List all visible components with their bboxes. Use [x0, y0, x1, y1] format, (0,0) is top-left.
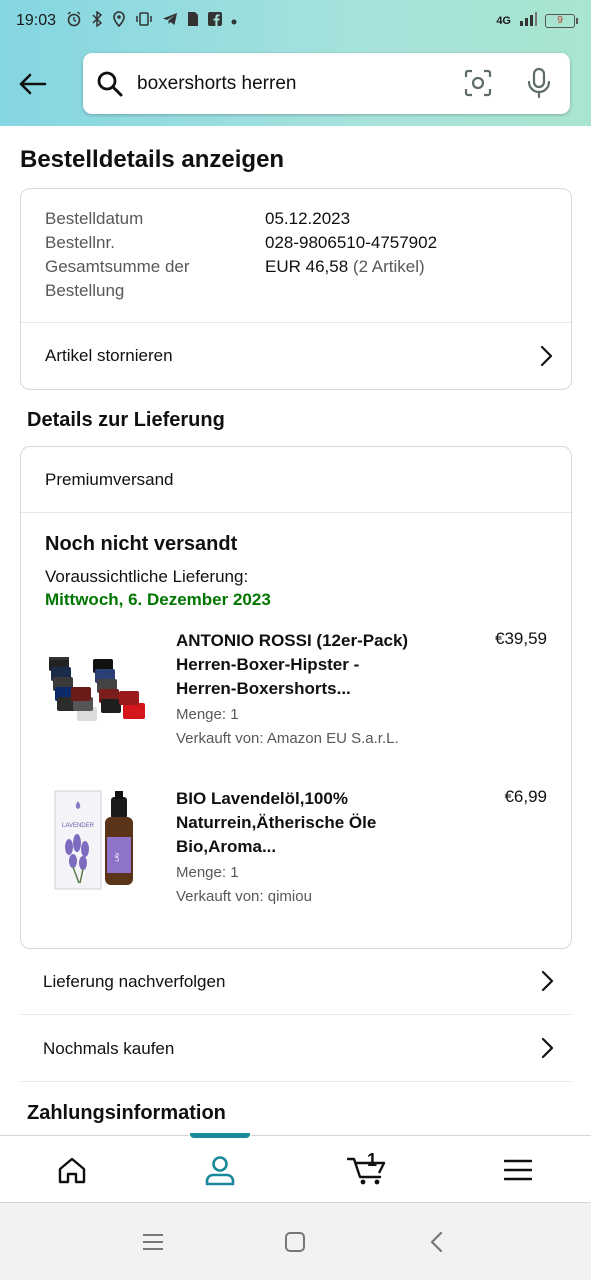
microphone-icon[interactable]	[526, 67, 552, 104]
product-seller: Verkauft von: Amazon EU S.a.r.L.	[176, 730, 399, 747]
expected-delivery-label: Voraussichtliche Lieferung:	[45, 567, 249, 586]
search-input[interactable]	[137, 72, 437, 95]
order-total-label: Gesamtsumme der Bestellung	[45, 255, 190, 303]
product-title-line1: ANTONIO ROSSI (12er-Pack)	[176, 631, 409, 650]
track-delivery-row[interactable]: Lieferung nachverfolgen	[20, 949, 572, 1015]
system-back-button[interactable]	[422, 1227, 452, 1257]
product-title-line2: Herren-Boxer-Hipster -	[176, 655, 360, 674]
buy-again-row[interactable]: Nochmals kaufen	[20, 1016, 572, 1082]
expected-delivery-date: Mittwoch, 6. Dezember 2023	[45, 590, 271, 609]
product-title-line2: Naturrein,Ätherische Öle	[176, 813, 377, 832]
order-total-label-line2: Bestellung	[45, 281, 125, 300]
product-seller: Verkauft von: qimiou	[176, 888, 312, 905]
user-icon	[205, 1155, 235, 1185]
product-title-line1: BIO Lavendelöl,100%	[176, 789, 348, 808]
payment-section-title: Zahlungsinformation	[27, 1102, 226, 1124]
shipping-type: Premiumversand	[21, 447, 571, 512]
delivery-section-title: Details zur Lieferung	[27, 409, 225, 431]
facebook-icon	[208, 11, 223, 31]
square-icon	[285, 1232, 305, 1252]
status-bar: 19:03 4G 9	[0, 0, 591, 42]
shipping-type-label: Premiumversand	[45, 469, 174, 489]
status-icons	[66, 10, 237, 32]
camera-search-icon[interactable]	[464, 69, 492, 102]
cart-count-badge: 1	[367, 1150, 378, 1170]
order-date-label: Bestelldatum	[45, 209, 144, 228]
order-item[interactable]: ANTONIO ROSSI (12er-Pack) Herren-Boxer-H…	[21, 629, 571, 759]
vibrate-icon	[135, 11, 153, 32]
shipment-status: Noch nicht versandt	[45, 533, 238, 555]
bluetooth-icon	[91, 10, 103, 32]
recent-apps-button[interactable]	[138, 1227, 168, 1257]
order-item[interactable]: LAVENDER LAV BIO Lavendelöl,100% Naturre…	[21, 787, 571, 917]
order-total-value: EUR 46,58	[265, 257, 349, 276]
chevron-left-icon	[430, 1231, 443, 1253]
chevron-right-icon	[540, 1037, 554, 1064]
search-bar[interactable]	[83, 53, 570, 114]
divider	[21, 512, 571, 513]
order-total-value-wrap: EUR 46,58 (2 Artikel)	[265, 255, 425, 279]
battery-level: 9	[557, 15, 563, 26]
sim-icon	[187, 11, 199, 32]
hamburger-menu-icon	[504, 1159, 532, 1180]
search-icon	[95, 69, 125, 99]
nav-menu[interactable]	[483, 1136, 553, 1203]
nav-home[interactable]	[37, 1136, 107, 1203]
product-image-lavender-oil[interactable]: LAVENDER LAV	[47, 787, 151, 891]
product-title[interactable]: ANTONIO ROSSI (12er-Pack) Herren-Boxer-H…	[176, 629, 446, 701]
signal-icon	[519, 12, 537, 29]
nav-cart[interactable]: 1	[332, 1136, 402, 1203]
app-header: 19:03 4G 9 boxershorts herren	[0, 0, 591, 126]
status-right: 4G 9	[496, 12, 578, 29]
system-navigation-bar	[0, 1202, 591, 1280]
product-quantity: Menge: 1	[176, 864, 239, 881]
battery-icon: 9	[545, 13, 578, 28]
order-number-label: Bestellnr.	[45, 233, 115, 252]
order-total-label-line1: Gesamtsumme der	[45, 257, 190, 276]
home-button[interactable]	[280, 1227, 310, 1257]
cancel-items-row[interactable]: Artikel stornieren	[21, 323, 571, 389]
product-title-line3: Herren-Boxershorts...	[176, 679, 351, 698]
telegram-icon	[162, 11, 178, 32]
status-time: 19:03	[16, 12, 57, 29]
network-label: 4G	[496, 14, 511, 27]
arrow-left-icon	[19, 73, 47, 95]
product-title[interactable]: BIO Lavendelöl,100% Naturrein,Ätherische…	[176, 787, 446, 859]
track-delivery-label: Lieferung nachverfolgen	[43, 971, 226, 991]
order-date-value: 05.12.2023	[265, 209, 351, 228]
order-summary-card: Bestelldatum 05.12.2023 Bestellnr. 028-9…	[20, 188, 572, 390]
order-item-count: (2 Artikel)	[352, 257, 425, 276]
back-button[interactable]	[14, 66, 50, 102]
chevron-right-icon	[540, 970, 554, 997]
product-image-boxershorts[interactable]	[47, 651, 151, 755]
dot-icon	[231, 12, 237, 30]
order-number-value: 028-9806510-4757902	[265, 233, 438, 252]
delivery-card: Premiumversand Noch nicht versandt Vorau…	[20, 446, 572, 949]
product-price: €6,99	[504, 787, 547, 806]
page-title: Bestelldetails anzeigen	[20, 146, 285, 173]
svg-text:LAV: LAV	[115, 852, 121, 862]
product-title-line3: Bio,Aroma...	[176, 837, 277, 856]
chevron-right-icon	[539, 345, 553, 372]
menu-lines-icon	[143, 1234, 163, 1250]
alarm-icon	[66, 10, 82, 32]
nav-account[interactable]	[185, 1136, 255, 1203]
lavender-box-label: LAVENDER	[62, 823, 95, 829]
bottom-navigation: 1	[0, 1133, 591, 1203]
product-price: €39,59	[495, 629, 547, 648]
location-icon	[112, 10, 126, 32]
cancel-items-label: Artikel stornieren	[45, 346, 173, 365]
home-icon	[58, 1157, 86, 1183]
product-quantity: Menge: 1	[176, 706, 239, 723]
buy-again-label: Nochmals kaufen	[43, 1038, 175, 1058]
